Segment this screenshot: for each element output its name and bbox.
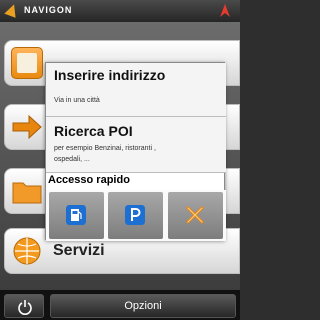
quick-access-parking-button[interactable] (108, 192, 163, 239)
brand-name: NAVIGON (24, 5, 73, 15)
popup-item-search-poi[interactable]: Ricerca POI per esempio Benzinai, ristor… (46, 117, 226, 173)
quick-access-restaurant-button[interactable] (168, 192, 223, 239)
navigon-logo-icon (4, 2, 20, 18)
options-button[interactable]: Opzioni (50, 294, 236, 318)
title-bar: NAVIGON (0, 0, 240, 22)
restaurant-icon (186, 206, 204, 224)
arrow-right-icon (12, 114, 42, 140)
parking-icon (125, 205, 145, 225)
gps-signal-icon (220, 4, 230, 17)
address-book-icon (11, 47, 43, 79)
destination-popup: Inserire indirizzo Via in una città Rice… (45, 62, 226, 241)
search-poi-subtitle-line2: ospedali, ... (54, 156, 90, 163)
bottom-bar: Opzioni (0, 290, 240, 320)
search-poi-subtitle-line1: per esempio Benzinai, ristoranti , (54, 145, 156, 152)
folder-icon (12, 182, 42, 204)
popup-item-enter-address[interactable]: Inserire indirizzo Via in una città (46, 63, 226, 117)
power-icon (18, 300, 32, 315)
quick-access-label: Accesso rapido (48, 174, 130, 186)
quick-access-fuel-button[interactable] (49, 192, 104, 239)
quick-access-bar (46, 190, 226, 241)
enter-address-subtitle: Via in una città (54, 97, 100, 104)
services-label: Servizi (53, 242, 105, 259)
globe-icon (13, 237, 41, 265)
power-button[interactable] (4, 294, 44, 318)
search-poi-title: Ricerca POI (54, 123, 133, 139)
fuel-pump-icon (66, 205, 86, 225)
enter-address-title: Inserire indirizzo (54, 67, 166, 83)
